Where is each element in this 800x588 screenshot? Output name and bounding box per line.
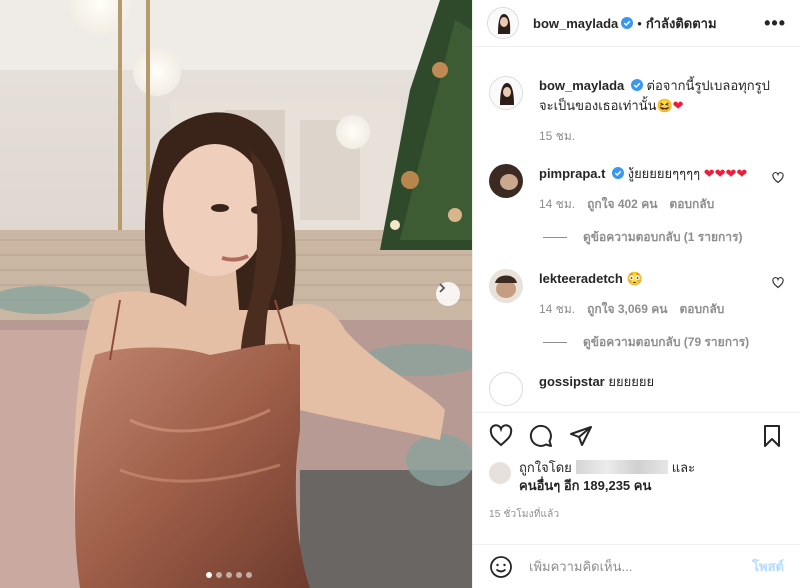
caption-username[interactable]: bow_maylada xyxy=(539,78,624,93)
comment-emoji: 😳 xyxy=(626,271,643,286)
save-bookmark-icon[interactable] xyxy=(760,424,784,448)
carousel-dot xyxy=(206,572,212,578)
like-heart-icon[interactable] xyxy=(489,424,513,448)
liked-by-label: ถูกใจโดย xyxy=(519,460,572,475)
reply-button[interactable]: ตอบกลับ xyxy=(669,194,714,214)
carousel-dot xyxy=(216,572,222,578)
like-comment-heart-icon[interactable] xyxy=(772,172,784,184)
view-replies-label: ดูข้อความตอบกลับ (1 รายการ) xyxy=(583,230,743,244)
comment-time[interactable]: 14 ชม. xyxy=(539,299,575,319)
comment-body: lekteeradetch 😳 14 ชม. ถูกใจ 3,069 คน ตอ… xyxy=(539,269,749,319)
comment-likes[interactable]: ถูกใจ 3,069 คน xyxy=(587,299,667,319)
chevron-right-icon xyxy=(439,283,446,293)
emoji-smiley-icon[interactable] xyxy=(489,555,513,579)
divider xyxy=(543,342,567,343)
blurred-username[interactable] xyxy=(575,460,668,474)
likes-text: ถูกใจโดย และ คนอื่นๆ อีก 189,235 คน xyxy=(519,459,695,495)
carousel-next-button[interactable] xyxy=(436,282,460,306)
comment-item: gossipstar ยยยยยย xyxy=(489,372,784,406)
view-replies-label: ดูข้อความตอบกลับ (79 รายการ) xyxy=(583,335,750,349)
comment-meta: 14 ชม. ถูกใจ 402 คน ตอบกลับ xyxy=(539,194,749,214)
comment-item: lekteeradetch 😳 14 ชม. ถูกใจ 3,069 คน ตอ… xyxy=(489,269,784,319)
avatar-image xyxy=(490,77,522,109)
comment-bubble-icon[interactable] xyxy=(529,424,553,448)
avatar[interactable] xyxy=(487,7,519,39)
add-comment-bar: โพสต์ xyxy=(473,544,800,588)
avatar-image xyxy=(488,8,518,38)
view-replies-button[interactable]: ดูข้อความตอบกลับ (1 รายการ) xyxy=(543,228,784,247)
reply-button[interactable]: ตอบกลับ xyxy=(679,299,724,319)
verified-badge-icon xyxy=(612,167,625,179)
header-separator: • xyxy=(637,15,642,31)
post-comment-button[interactable]: โพสต์ xyxy=(752,556,784,577)
avatar[interactable] xyxy=(489,269,523,303)
carousel-indicator xyxy=(206,572,252,578)
and-label: และ xyxy=(671,460,696,475)
caption-body: bow_maylada ต่อจากนี้รูปเบลอทุกรูปจะเป็น… xyxy=(539,76,784,146)
comment-input[interactable] xyxy=(529,559,753,574)
post-sidebar: bow_maylada • กำลังติดตาม ••• bow_maylad… xyxy=(472,0,800,588)
view-replies-button[interactable]: ดูข้อความตอบกลับ (79 รายการ) xyxy=(543,333,784,352)
action-icons xyxy=(489,413,784,459)
post-caption: bow_maylada ต่อจากนี้รูปเบลอทุกรูปจะเป็น… xyxy=(489,76,784,146)
more-options-icon[interactable]: ••• xyxy=(764,13,786,34)
avatar-image xyxy=(489,164,523,198)
following-button[interactable]: กำลังติดตาม xyxy=(646,13,717,34)
avatar[interactable] xyxy=(489,372,523,406)
verified-badge-icon xyxy=(621,17,634,29)
verified-badge-icon xyxy=(630,79,643,91)
post-image xyxy=(0,0,472,588)
comment-item: pimprapa.t งู้ยยยยยๆๆๆๆ ❤❤❤❤ 14 ชม. ถูกใ… xyxy=(489,164,784,214)
post-timestamp[interactable]: 15 ชั่วโมงที่แล้ว xyxy=(489,507,784,522)
comment-body: gossipstar ยยยยยย xyxy=(539,372,749,406)
header-username[interactable]: bow_maylada xyxy=(533,16,618,31)
carousel-dot xyxy=(226,572,232,578)
like-comment-heart-icon[interactable] xyxy=(772,277,784,289)
comment-text: งู้ยยยยยๆๆๆๆ xyxy=(627,166,701,181)
comment-body: pimprapa.t งู้ยยยยยๆๆๆๆ ❤❤❤❤ 14 ชม. ถูกใ… xyxy=(539,164,749,214)
carousel-dot xyxy=(236,572,242,578)
likes-summary: ถูกใจโดย และ คนอื่นๆ อีก 189,235 คน xyxy=(489,459,784,495)
avatar[interactable] xyxy=(489,164,523,198)
comment-username[interactable]: lekteeradetch xyxy=(539,271,623,286)
comment-likes[interactable]: ถูกใจ 402 คน xyxy=(587,194,657,214)
share-send-icon[interactable] xyxy=(569,424,593,448)
comment-meta: 14 ชม. ถูกใจ 3,069 คน ตอบกลับ xyxy=(539,299,749,319)
avatar-image xyxy=(489,269,523,303)
carousel-dot xyxy=(246,572,252,578)
avatar[interactable] xyxy=(489,76,523,110)
post-photo[interactable] xyxy=(0,0,472,588)
caption-emoji: 😆❤ xyxy=(656,98,684,113)
others-likes-link[interactable]: คนอื่นๆ อีก 189,235 คน xyxy=(519,478,651,493)
comment-emoji: ❤❤❤❤ xyxy=(703,166,748,181)
caption-time[interactable]: 15 ชม. xyxy=(539,126,784,146)
divider xyxy=(543,237,567,238)
comments-list[interactable]: bow_maylada ต่อจากนี้รูปเบลอทุกรูปจะเป็น… xyxy=(473,48,800,408)
post-header: bow_maylada • กำลังติดตาม ••• xyxy=(473,0,800,47)
avatar[interactable] xyxy=(489,462,511,484)
comment-time[interactable]: 14 ชม. xyxy=(539,194,575,214)
post-actions: ถูกใจโดย และ คนอื่นๆ อีก 189,235 คน 15 ชั… xyxy=(473,412,800,522)
comment-username[interactable]: gossipstar xyxy=(539,374,605,389)
comment-username[interactable]: pimprapa.t xyxy=(539,166,605,181)
comment-text: ยยยยยย xyxy=(608,374,655,389)
